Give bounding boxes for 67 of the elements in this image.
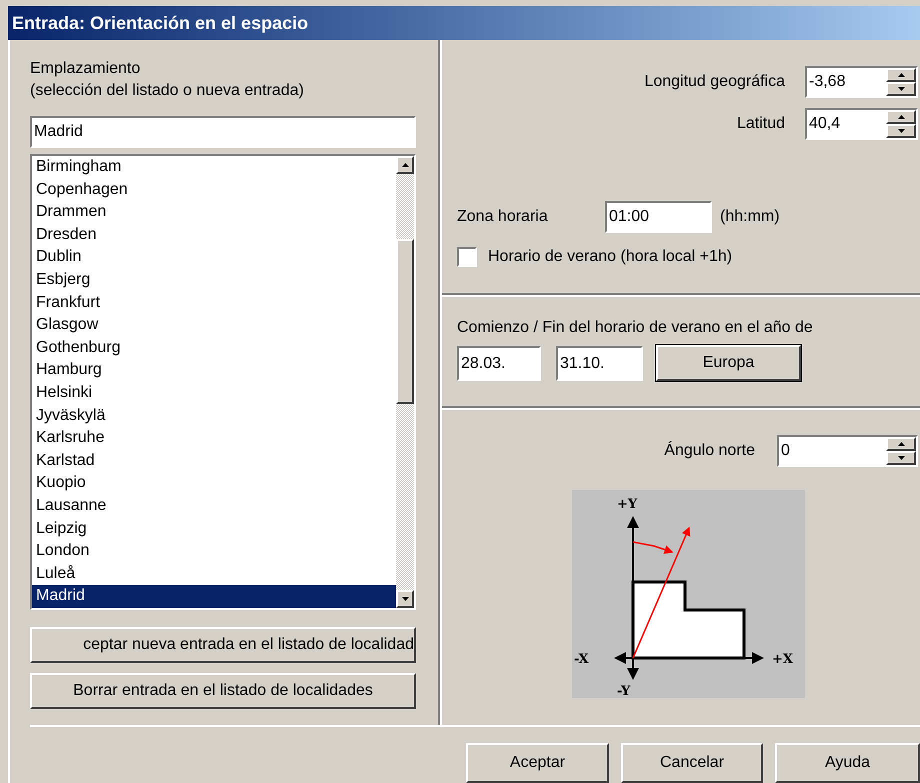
- add-entry-button[interactable]: ceptar nueva entrada en el listado de localidad: [30, 627, 416, 663]
- up-triangle-icon: [402, 163, 408, 167]
- axis-label: -Y: [617, 684, 630, 698]
- spin-down-button[interactable]: [886, 82, 916, 96]
- down-triangle-icon: [898, 456, 904, 460]
- down-triangle-icon: [402, 597, 408, 601]
- list-item[interactable]: Glasgow: [32, 314, 396, 337]
- list-item[interactable]: Lausanne: [32, 494, 396, 518]
- list-item[interactable]: Birmingham: [32, 156, 396, 179]
- europe-button[interactable]: Europa: [656, 345, 801, 381]
- scroll-up-button[interactable]: [396, 156, 414, 174]
- time-zone-field[interactable]: 01:00: [605, 201, 712, 233]
- up-triangle-icon: [898, 73, 904, 77]
- spin-up-button[interactable]: [886, 110, 916, 124]
- window-title: Entrada: Orientación en el espacio: [12, 12, 308, 35]
- list-item[interactable]: Leipzig: [32, 518, 396, 540]
- end-date-field[interactable]: 31.10.: [556, 346, 643, 380]
- list-item[interactable]: Hamburg: [32, 359, 396, 382]
- location-field[interactable]: Madrid: [30, 116, 416, 148]
- number-field[interactable]: 40,4: [805, 108, 918, 140]
- list-item[interactable]: Gothenburg: [32, 336, 396, 360]
- list-item[interactable]: Jyväskylä: [32, 404, 396, 428]
- section-label: Comienzo / Fin del horario de verano en el año de: [457, 318, 814, 338]
- number-field[interactable]: 0: [777, 435, 918, 467]
- down-triangle-icon: [898, 87, 904, 91]
- list-item[interactable]: Dublin: [32, 246, 396, 269]
- number-field[interactable]: -3,68: [805, 66, 918, 98]
- cancel-button[interactable]: Cancelar: [621, 743, 763, 783]
- list-item[interactable]: Esbjerg: [32, 268, 396, 292]
- down-triangle-icon: [898, 129, 904, 133]
- field-label: Ángulo norte: [664, 440, 755, 461]
- scroll-down-button[interactable]: [396, 590, 414, 608]
- list-item[interactable]: Kuopio: [32, 472, 396, 495]
- checkbox-label: Horario de verano (hora local +1h): [488, 247, 732, 267]
- checkbox[interactable]: [457, 247, 477, 267]
- field-label: Zona horaria: [457, 207, 549, 227]
- unit-label: (hh:mm): [720, 207, 780, 227]
- list-item[interactable]: Karlstad: [32, 450, 396, 472]
- ok-button[interactable]: Aceptar: [466, 743, 609, 783]
- help-button[interactable]: Ayuda: [775, 743, 920, 783]
- list-item[interactable]: Luleå: [32, 562, 396, 586]
- spin-down-button[interactable]: [886, 451, 916, 465]
- angle-arrow: [632, 541, 674, 554]
- list-item[interactable]: Dresden: [32, 224, 396, 246]
- axis-label: -X: [574, 652, 589, 667]
- list-item[interactable]: Frankfurt: [32, 292, 396, 314]
- list-item[interactable]: London: [32, 540, 396, 563]
- spin-up-button[interactable]: [886, 437, 916, 451]
- location-label: Emplazamiento (selección del listado o nueva entrada): [30, 59, 305, 101]
- list-item[interactable]: Copenhagen: [32, 178, 396, 202]
- start-date-field[interactable]: 28.03.: [457, 346, 541, 380]
- location-list[interactable]: Birmingham Copenhagen Drammen Dresden Dublin Esbjerg Frankfurt Glasgow Gothenburg Hamburg Helsinki Jyväskylä Karlsruhe Karlstad Kuopio Lausanne Leipzig London Luleå Madrid: [30, 154, 416, 610]
- axis-label: +Y: [617, 497, 638, 512]
- list-item[interactable]: Drammen: [32, 201, 396, 224]
- field-label: Latitud: [736, 114, 785, 134]
- field-label: Longitud geográfica: [644, 72, 785, 92]
- list-item[interactable]: Madrid: [32, 585, 396, 608]
- spin-up-button[interactable]: [886, 68, 916, 82]
- up-triangle-icon: [898, 115, 904, 119]
- spin-down-button[interactable]: [886, 124, 916, 138]
- scrollbar[interactable]: [396, 156, 414, 608]
- list-item[interactable]: Helsinki: [32, 382, 396, 405]
- up-triangle-icon: [898, 442, 904, 446]
- list-item[interactable]: Karlsruhe: [32, 427, 396, 450]
- delete-entry-button[interactable]: Borrar entrada en el listado de localidades: [30, 673, 416, 709]
- scroll-thumb[interactable]: [396, 239, 414, 404]
- axis-label: +X: [772, 652, 793, 667]
